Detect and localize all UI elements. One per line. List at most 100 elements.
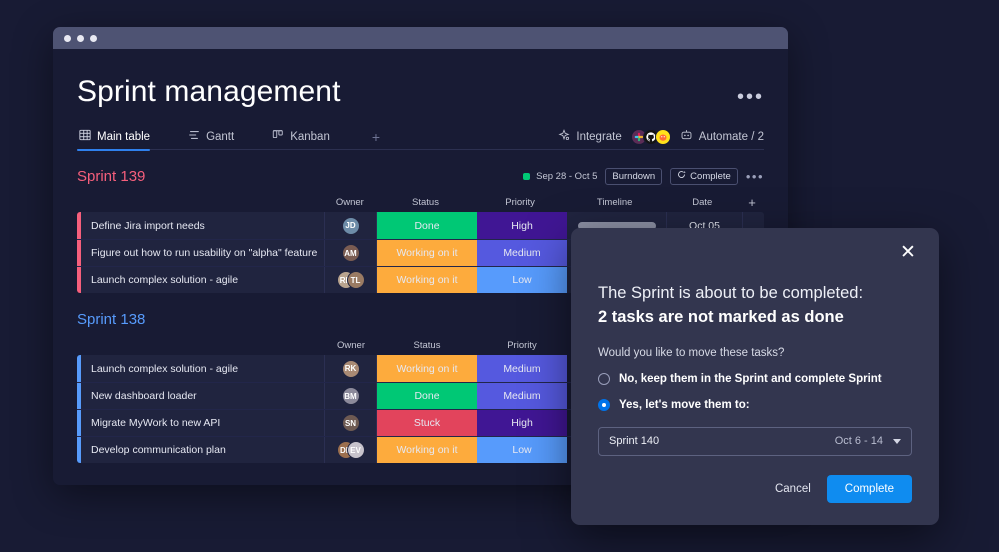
task-status[interactable]: Working on it — [377, 267, 477, 293]
integrate-button[interactable]: Integrate — [558, 129, 622, 144]
column-headers: Owner Status Priority Timeline Date + — [77, 192, 764, 212]
integration-avatars[interactable] — [630, 128, 671, 145]
task-name[interactable]: Figure out how to run usability on "alph… — [81, 240, 325, 266]
window-dot-close[interactable] — [64, 34, 71, 42]
add-column-button[interactable]: + — [740, 195, 764, 210]
complete-sprint-button[interactable]: Complete — [670, 167, 738, 185]
task-name[interactable]: Migrate MyWork to new API — [81, 410, 325, 436]
burndown-label: Burndown — [612, 170, 656, 182]
burndown-button[interactable]: Burndown — [605, 167, 663, 185]
complete-sprint-dialog: ✕ The Sprint is about to be completed: 2… — [571, 228, 939, 525]
task-name[interactable]: Launch complex solution - agile — [81, 355, 325, 382]
task-name[interactable]: New dashboard loader — [81, 383, 325, 409]
dialog-actions: Cancel Complete — [775, 475, 912, 503]
avatar[interactable]: TL — [346, 271, 365, 289]
col-priority: Priority — [505, 196, 535, 208]
avatar[interactable]: SN — [341, 414, 360, 432]
board-menu-icon[interactable]: ••• — [737, 75, 764, 107]
tab-list: Main table Gantt Kanban + — [77, 124, 386, 151]
complete-chip-label: Complete — [690, 170, 731, 182]
tab-label: Main table — [97, 130, 151, 143]
dialog-subtitle: 2 tasks are not marked as done — [598, 308, 844, 327]
cancel-button[interactable]: Cancel — [775, 483, 811, 495]
dialog-question: Would you like to move these tasks? — [598, 346, 785, 359]
avatar[interactable]: RK — [341, 359, 360, 378]
avatar[interactable]: BM — [341, 387, 360, 405]
robot-icon — [680, 129, 693, 144]
refresh-icon — [677, 170, 686, 182]
window-dot-minimize[interactable] — [77, 34, 84, 42]
page-title: Sprint management — [77, 75, 341, 108]
task-owner[interactable]: SN — [325, 410, 377, 436]
col-date: Date — [692, 196, 713, 208]
avatar[interactable]: JD — [341, 216, 360, 235]
dialog-title: The Sprint is about to be completed: — [598, 284, 864, 302]
col-status: Status — [412, 196, 439, 208]
col-owner: Owner — [335, 196, 364, 208]
avatar[interactable]: AM — [341, 244, 360, 262]
task-name[interactable]: Define Jira import needs — [81, 212, 325, 239]
col-timeline: Timeline — [596, 196, 633, 208]
group-header: Sprint 139 Sep 28 - Oct 5 Burndown Compl… — [77, 166, 764, 186]
task-status[interactable]: Working on it — [377, 355, 477, 382]
group-actions: Sep 28 - Oct 5 Burndown Complete ••• — [523, 167, 764, 185]
kanban-icon — [272, 129, 284, 144]
task-status[interactable]: Done — [377, 212, 477, 239]
task-owner[interactable]: BM — [325, 383, 377, 409]
task-status[interactable]: Working on it — [377, 240, 477, 266]
col-priority: Priority — [507, 339, 537, 351]
task-owner[interactable]: DP EV — [325, 437, 377, 463]
integrate-label: Integrate — [576, 130, 622, 143]
task-owner[interactable]: RK — [325, 355, 377, 382]
close-icon[interactable]: ✕ — [897, 242, 919, 264]
task-owner[interactable]: RK TL — [325, 267, 377, 293]
task-owner[interactable]: AM — [325, 240, 377, 266]
group-title[interactable]: Sprint 138 — [77, 311, 145, 328]
chevron-down-icon — [893, 438, 901, 444]
avatar[interactable]: EV — [346, 441, 365, 459]
tab-label: Gantt — [206, 130, 235, 143]
task-priority[interactable]: High — [477, 410, 567, 436]
col-owner: Owner — [337, 339, 365, 351]
add-tab-button[interactable]: + — [366, 129, 386, 145]
group-title[interactable]: Sprint 139 — [77, 168, 145, 185]
integrate-icon — [558, 129, 570, 144]
radio-label: No, keep them in the Sprint and complete… — [619, 372, 882, 385]
window-titlebar — [53, 27, 788, 49]
tab-kanban[interactable]: Kanban — [270, 124, 340, 150]
sprint-date-label: Sep 28 - Oct 5 — [536, 170, 598, 182]
task-priority[interactable]: Medium — [477, 383, 567, 409]
task-status[interactable]: Stuck — [377, 410, 477, 436]
task-status[interactable]: Done — [377, 383, 477, 409]
task-owner[interactable]: JD — [325, 212, 377, 239]
page-header: Sprint management ••• — [77, 49, 764, 109]
radio-icon-selected[interactable] — [598, 398, 610, 411]
select-value: Sprint 140 — [609, 435, 660, 448]
task-priority[interactable]: Low — [477, 267, 567, 293]
task-name[interactable]: Launch complex solution - agile — [81, 267, 325, 293]
complete-button[interactable]: Complete — [826, 475, 912, 503]
task-priority[interactable]: High — [477, 212, 567, 239]
task-priority[interactable]: Low — [477, 437, 567, 463]
window-dot-maximize[interactable] — [90, 34, 97, 42]
automate-label: Automate / 2 — [698, 130, 764, 143]
status-dot-icon — [523, 172, 531, 180]
automate-button[interactable]: Automate / 2 — [680, 129, 764, 144]
radio-option-move[interactable]: Yes, let's move them to: — [598, 398, 912, 411]
radio-icon[interactable] — [598, 372, 610, 385]
task-priority[interactable]: Medium — [477, 355, 567, 382]
tab-gantt[interactable]: Gantt — [186, 124, 244, 150]
task-status[interactable]: Working on it — [377, 437, 477, 463]
tabs-row: Main table Gantt Kanban + Integrate Auto… — [77, 124, 764, 151]
target-sprint-select[interactable]: Sprint 140 Oct 6 - 14 — [598, 426, 912, 456]
radio-option-keep[interactable]: No, keep them in the Sprint and complete… — [598, 372, 912, 385]
task-name[interactable]: Develop communication plan — [81, 437, 325, 463]
gantt-icon — [188, 129, 200, 144]
board-tools: Integrate Automate / 2 — [558, 128, 764, 145]
tab-main-table[interactable]: Main table — [77, 124, 160, 151]
tab-label: Kanban — [290, 130, 330, 143]
mailchimp-icon — [654, 128, 671, 145]
task-priority[interactable]: Medium — [477, 240, 567, 266]
group-menu-icon[interactable]: ••• — [746, 170, 764, 183]
radio-label: Yes, let's move them to: — [619, 398, 750, 411]
